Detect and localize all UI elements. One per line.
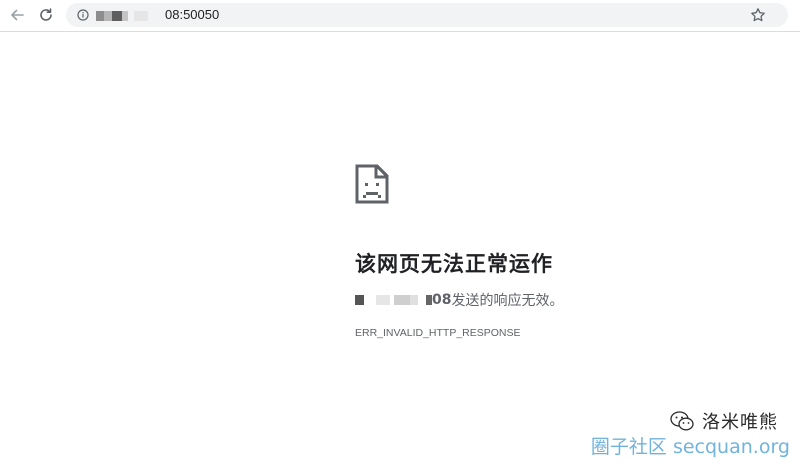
redacted-host-2 <box>134 11 148 21</box>
redacted-host-part <box>410 295 418 305</box>
reload-button[interactable] <box>35 4 57 26</box>
address-bar[interactable]: 08:50050 <box>66 3 788 27</box>
redacted-host-part <box>394 295 410 305</box>
watermark: 洛米唯熊 圈子社区 secquan.org <box>560 408 790 458</box>
error-title: 该网页无法正常运作 <box>355 252 553 276</box>
error-page: 该网页无法正常运作 08 发送的响应无效。 ERR_INVALID_HTTP_R… <box>0 32 800 464</box>
error-host-suffix: 08 <box>432 292 452 308</box>
error-code: ERR_INVALID_HTTP_RESPONSE <box>355 327 521 339</box>
back-button[interactable] <box>6 4 28 26</box>
watermark-author: 洛米唯熊 <box>702 412 778 433</box>
url-port-text: 08:50050 <box>165 7 220 22</box>
redacted-host-part <box>355 295 364 305</box>
arrow-left-icon <box>11 9 24 21</box>
error-message-tail: 发送的响应无效。 <box>451 293 564 309</box>
star-icon[interactable] <box>750 7 766 23</box>
reload-icon <box>40 8 52 21</box>
redacted-host <box>96 11 128 21</box>
browser-toolbar: 08:50050 <box>0 0 800 32</box>
watermark-site: 圈子社区 secquan.org <box>590 436 790 458</box>
sad-document-icon <box>355 164 389 204</box>
error-message: 08 发送的响应无效。 <box>355 290 563 310</box>
wechat-logo-icon <box>670 411 694 431</box>
info-icon[interactable] <box>77 9 89 21</box>
redacted-host-part <box>376 295 390 305</box>
